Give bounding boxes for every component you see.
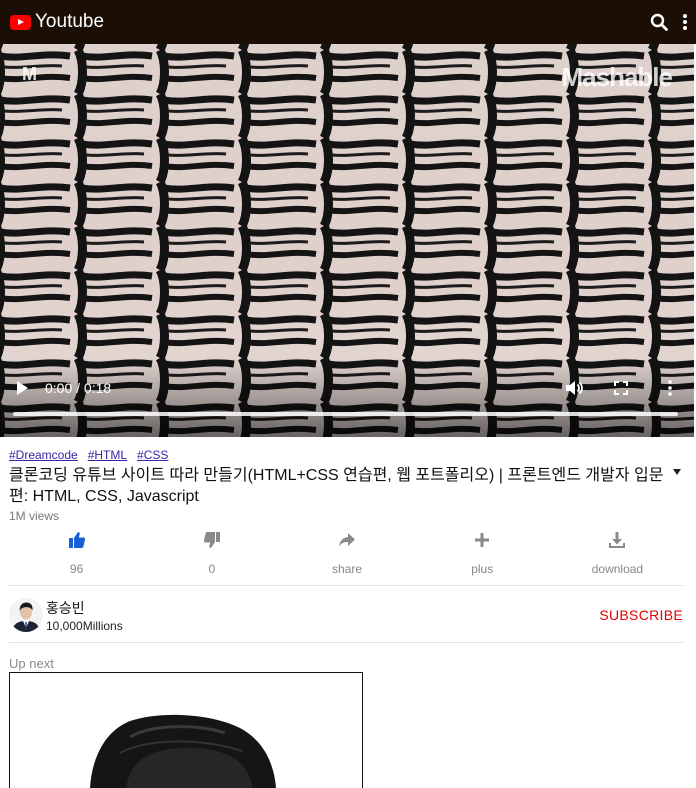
hashtag-link[interactable]: #HTML [88,448,127,462]
header-actions [650,13,688,31]
controls-gradient [0,357,694,437]
youtube-logo[interactable]: Youtube [10,11,104,33]
divider [9,585,683,586]
chevron-down-icon[interactable] [671,469,683,479]
like-count: 96 [69,562,84,576]
title-row: 클론코딩 유튜브 사이트 따라 만들기(HTML+CSS 연습편, 웹 포트폴리… [9,465,685,507]
share-button[interactable]: share [279,528,414,584]
progress-bar[interactable] [13,412,678,416]
subscribe-button[interactable]: SUBSCRIBE [599,607,683,623]
action-bar: 96 0 share plus download [9,528,685,584]
plus-label: plus [471,562,494,576]
top-header: Youtube [0,0,696,44]
download-label: download [591,562,644,576]
more-vertical-icon[interactable] [682,13,688,31]
video-player[interactable]: M Mashable 0:00 / 0:18 [0,44,694,437]
search-icon[interactable] [650,13,668,31]
channel-meta: 홍승빈 10,000Millions [46,598,123,633]
video-title: 클론코딩 유튜브 사이트 따라 만들기(HTML+CSS 연습편, 웹 포트폴리… [9,467,664,505]
up-next-label: Up next [9,656,54,671]
play-icon[interactable] [12,378,32,398]
thumbs-down-icon [203,528,221,552]
volume-icon[interactable] [563,378,585,398]
view-count: 1M views [9,509,60,523]
plus-icon [474,528,490,552]
dislike-count: 0 [208,562,216,576]
subscriber-count: 10,000Millions [46,618,123,633]
divider [9,642,683,643]
download-icon [608,528,626,552]
channel-name[interactable]: 홍승빈 [46,598,123,618]
watermark-left: M [22,64,37,84]
download-button[interactable]: download [550,528,685,584]
like-button[interactable]: 96 [9,528,144,584]
up-next-thumbnail[interactable] [9,672,363,788]
youtube-play-logo-icon [10,14,31,30]
more-vertical-icon[interactable] [660,378,680,398]
share-label: share [331,562,363,576]
video-info: #Dreamcode #HTML #CSS 클론코딩 유튜브 사이트 따라 만들… [9,448,685,523]
hashtag-link[interactable]: #Dreamcode [9,448,78,462]
hashtag-list: #Dreamcode #HTML #CSS [9,448,685,462]
hashtag-link[interactable]: #CSS [137,448,168,462]
time-display: 0:00 / 0:18 [45,380,112,396]
dislike-button[interactable]: 0 [144,528,279,584]
mashable-watermark: Mashable [561,62,673,92]
thumbs-up-icon [68,528,86,552]
avatar[interactable] [9,598,43,632]
fullscreen-icon[interactable] [611,378,631,398]
app-title: Youtube [35,11,105,32]
channel-row: 홍승빈 10,000Millions SUBSCRIBE [9,596,683,634]
up-next-thumbnail-image [10,673,362,788]
plus-button[interactable]: plus [415,528,550,584]
share-icon [338,528,356,552]
